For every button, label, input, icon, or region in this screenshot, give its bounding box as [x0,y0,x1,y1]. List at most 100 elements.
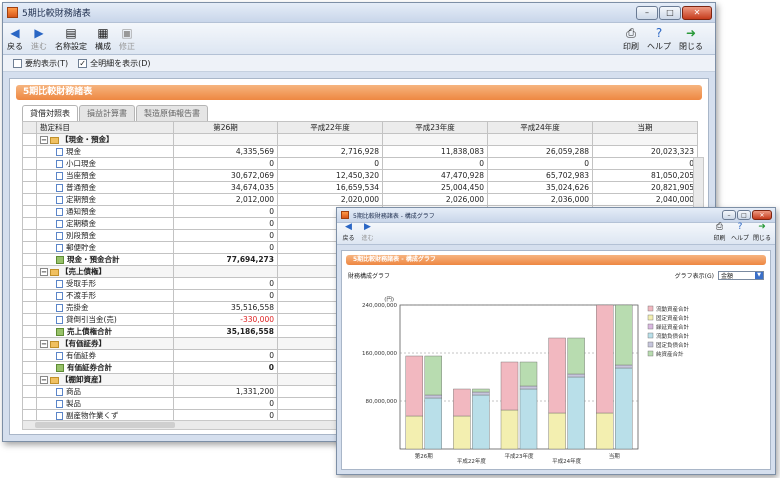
value-cell: 1,331,200 [173,385,278,398]
account-cell: 普通預金 [36,181,174,194]
value-cell [382,133,488,146]
account-cell: 当座預金 [36,169,174,182]
print-button[interactable]: ⎙ 印刷 [623,27,639,52]
account-cell: 売掛金 [36,301,174,314]
account-label: 小口現金 [66,159,96,168]
account-cell: − 【現金・預金】 [36,133,174,146]
bar-net-assets [567,337,585,375]
window-close-button[interactable]: ✕ [682,5,712,20]
close-button[interactable]: ➜ 閉じる [679,27,703,52]
tab-manufacturing-cost[interactable]: 製造原価報告書 [136,105,208,121]
collapse-icon[interactable]: − [40,268,48,276]
table-row[interactable]: 小口現金 0 0 0 0 0 [22,157,698,170]
document-icon [56,184,63,192]
document-icon [56,232,63,240]
y-tick-label: 160,000,000 [362,351,397,357]
value-cell: 35,186,558 [173,325,278,338]
table-row[interactable]: 定期預金 2,012,000 2,020,000 2,026,000 2,036,000… [22,193,698,206]
value-cell: 35,024,626 [487,181,593,194]
row-gutter [22,337,37,350]
account-label: 売掛金 [66,303,89,312]
graph-display-select[interactable]: 金額 ▼ [718,270,764,280]
back-arrow-icon: ◀ [10,26,20,40]
chart-print-button[interactable]: ⎙ 印刷 [712,222,727,242]
document-icon [56,148,63,156]
tab-balance-sheet[interactable]: 貸借対照表 [22,105,78,121]
y-tick-label: 240,000,000 [362,303,397,309]
table-row[interactable]: 普通預金 34,674,035 16,659,534 25,004,450 35,024… [22,181,698,194]
name-settings-icon: ▤ [65,26,77,40]
bar-fixed-assets [548,412,566,450]
table-row[interactable]: 当座預金 30,672,069 12,450,320 47,470,928 65,702… [22,169,698,182]
account-cell: 有価証券 [36,349,174,362]
value-cell: -330,000 [173,313,278,326]
back-button[interactable]: ◀ 戻る [7,27,23,52]
account-label: 売上債権合計 [67,327,112,336]
bar-net-assets [615,304,633,366]
forward-button[interactable]: ▶ 進む [31,27,47,52]
close-door-icon: ➜ [758,222,766,232]
value-cell: 20,821,905 [592,181,698,194]
all-details-checkbox[interactable]: ✓ 全明細を表示(D) [78,58,151,69]
maximize-button[interactable]: □ [659,5,681,20]
graph-display-label: グラフ表示(G) [674,272,714,280]
unit-label: (円) [384,296,394,303]
help-icon: ? [737,222,743,232]
name-settings-button[interactable]: ▤ 名称設定 [55,27,87,52]
chart-back-button[interactable]: ◀ 戻る [341,222,356,242]
account-label: 不渡手形 [66,291,96,300]
chart-help-button[interactable]: ? ヘルプ [731,222,749,242]
revise-button[interactable]: ▣ 修正 [119,27,135,52]
chart-maximize-button[interactable]: □ [737,210,751,220]
scroll-thumb[interactable] [35,422,175,428]
chart-close-button[interactable]: ➜ 閉じる [753,222,771,242]
bar-current-liabilities [424,397,443,450]
chart-forward-button[interactable]: ▶ 進む [360,222,375,242]
value-cell: 65,702,983 [487,169,593,182]
value-cell: 2,040,000 [592,193,698,206]
collapse-icon[interactable]: − [40,136,48,144]
account-label: 現金・預金合計 [67,255,120,264]
column-header: 当期 [592,121,698,134]
folder-icon [50,340,59,348]
main-titlebar: 5期比較財務諸表 – □ ✕ [3,3,715,23]
summary-checkbox[interactable]: 要約表示(T) [13,58,68,69]
account-cell: 小口現金 [36,157,174,170]
folder-icon [50,136,59,144]
minimize-button[interactable]: – [636,5,658,20]
account-label: 製品 [66,399,81,408]
row-gutter [22,205,37,218]
collapse-icon[interactable]: − [40,340,48,348]
account-cell: 受取手形 [36,277,174,290]
row-gutter [22,361,37,374]
value-cell [173,373,278,386]
chart-close-x-button[interactable]: ✕ [752,210,772,220]
structure-button[interactable]: ▦ 構成 [95,27,111,52]
row-gutter [22,385,37,398]
value-cell: 12,450,320 [277,169,383,182]
help-button[interactable]: ? ヘルプ [647,27,671,52]
account-cell: 商品 [36,385,174,398]
account-label: 当座預金 [66,171,96,180]
tab-income-statement[interactable]: 損益計算書 [79,105,135,121]
account-label: 有価証券 [66,351,96,360]
account-cell: − 【売上債権】 [36,265,174,278]
bar-fixed-assets [453,415,471,450]
collapse-icon[interactable]: − [40,376,48,384]
document-icon [56,220,63,228]
value-cell: 77,694,273 [173,253,278,266]
value-cell: 0 [277,157,383,170]
value-cell: 26,059,288 [487,145,593,158]
account-label: 別段預金 [66,231,96,240]
chart-minimize-button[interactable]: – [722,210,736,220]
help-icon: ? [655,26,663,40]
table-row[interactable]: 現金 4,335,569 2,716,928 11,838,083 26,059,288… [22,145,698,158]
bar-fixed-liabilities [424,394,443,399]
table-row[interactable]: − 【現金・預金】 [22,133,698,146]
value-cell: 2,012,000 [173,193,278,206]
legend-swatch [647,350,654,357]
value-cell: 0 [173,277,278,290]
x-tick-label: 平成24年度 [552,457,581,465]
bar-current-assets [595,304,614,414]
chart-toolbar: ◀ 戻る ▶ 進む ⎙ 印刷 ? ヘルプ ➜ 閉じる [337,222,775,245]
